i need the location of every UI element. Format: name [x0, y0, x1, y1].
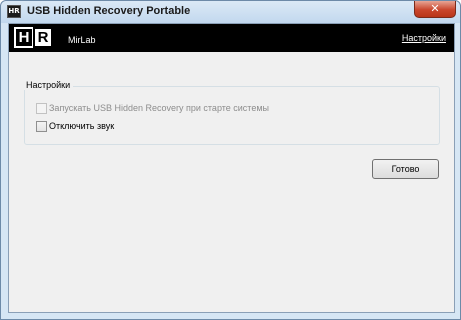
mute-sound-checkbox-label[interactable]: Отключить звук: [49, 121, 114, 131]
header-banner: H R MirLab Настройки: [9, 24, 454, 52]
autostart-checkbox: [36, 103, 47, 114]
app-window: HR USB Hidden Recovery Portable ✕ H R Mi…: [0, 0, 461, 320]
mute-sound-checkbox[interactable]: [36, 121, 47, 132]
client-area: H R MirLab Настройки Настройки Запускать…: [8, 23, 455, 313]
close-button[interactable]: ✕: [414, 1, 456, 18]
logo-letter-r: R: [33, 27, 53, 48]
app-icon[interactable]: HR: [7, 5, 21, 18]
window-title: USB Hidden Recovery Portable: [27, 5, 191, 17]
settings-groupbox: [24, 86, 440, 145]
company-name: MirLab: [68, 35, 96, 45]
settings-group-label: Настройки: [23, 80, 74, 90]
done-button[interactable]: Готово: [372, 159, 439, 179]
title-bar[interactable]: HR USB Hidden Recovery Portable ✕: [1, 1, 460, 23]
logo-letter-h: H: [14, 27, 34, 48]
settings-link[interactable]: Настройки: [402, 33, 446, 43]
hr-logo: H R: [14, 27, 54, 48]
autostart-checkbox-label: Запускать USB Hidden Recovery при старте…: [49, 103, 269, 113]
close-icon: ✕: [430, 2, 440, 15]
